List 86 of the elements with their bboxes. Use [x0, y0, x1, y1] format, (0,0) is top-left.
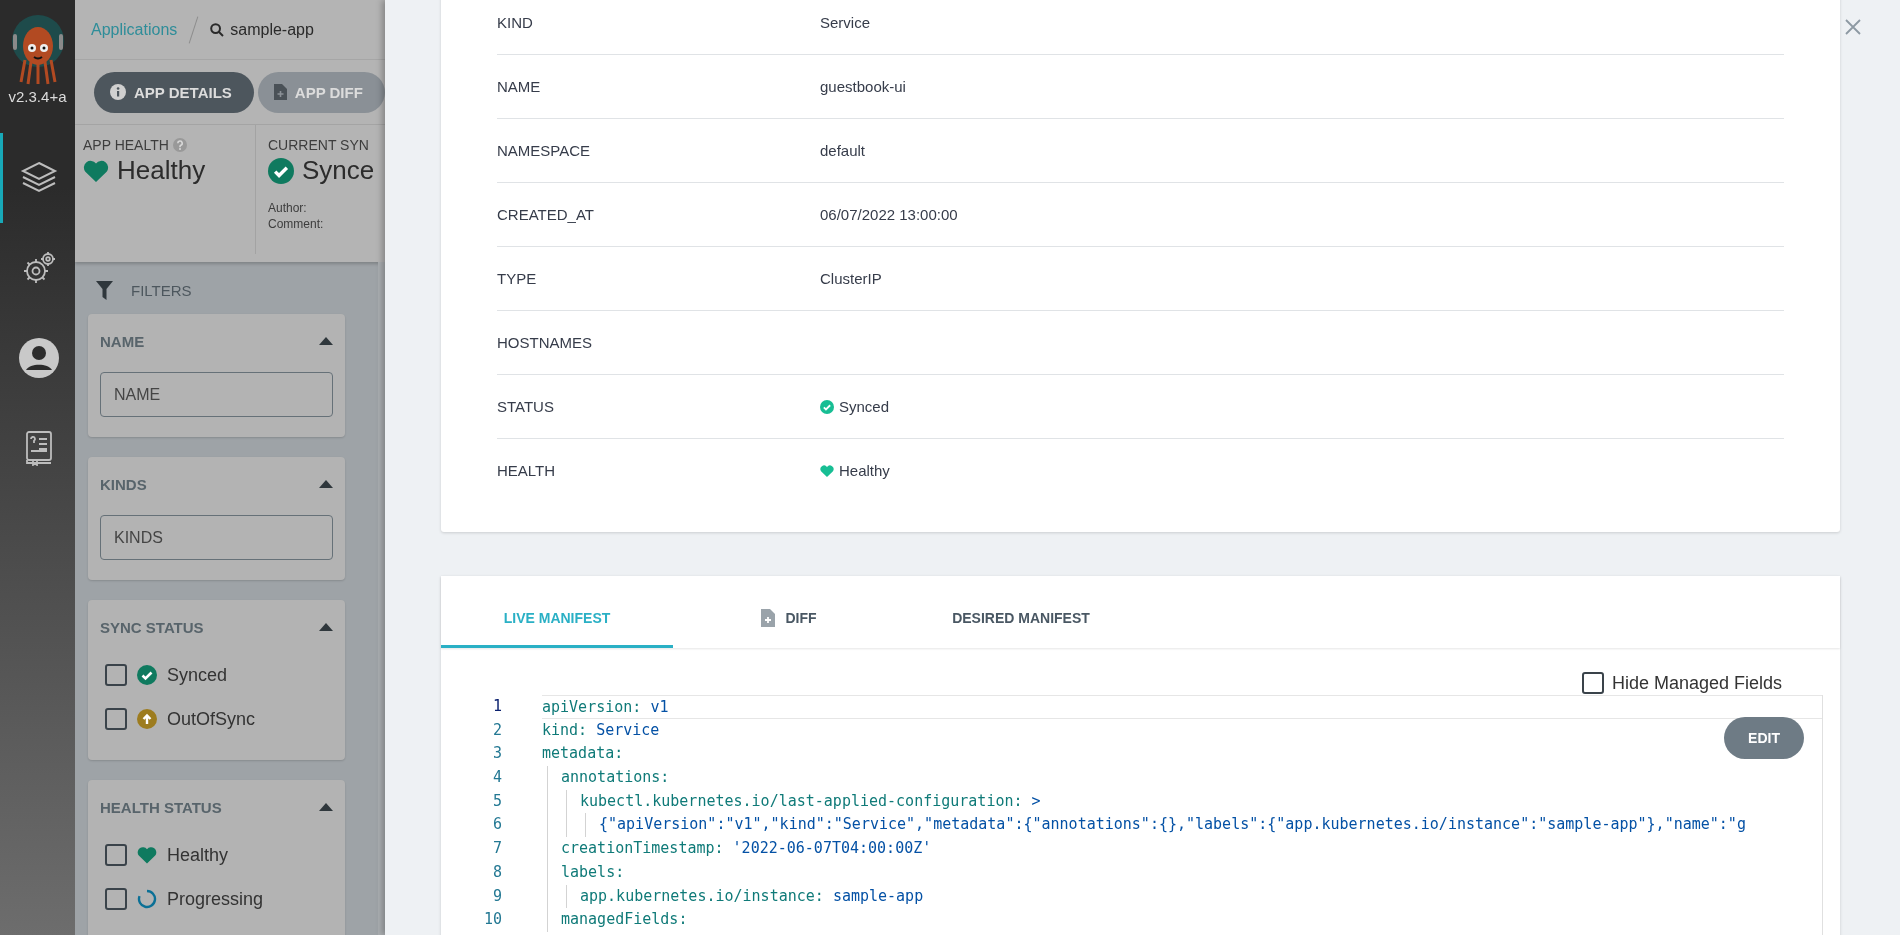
filter-title: HEALTH STATUS: [100, 798, 222, 816]
line-number: 4: [491, 767, 502, 789]
checkbox[interactable]: [105, 708, 127, 730]
file-plus-icon: [273, 84, 287, 100]
help-book-icon[interactable]: [25, 430, 53, 466]
filter-option-label: Healthy: [167, 844, 229, 866]
property-value: default: [820, 142, 866, 159]
arrow-up-circle-icon: [137, 709, 157, 729]
line-number: 8: [491, 861, 502, 883]
line-number: 10: [482, 909, 502, 931]
property-label: NAMESPACE: [497, 142, 592, 159]
checkbox[interactable]: [105, 888, 127, 910]
info-icon: [110, 84, 126, 100]
collapse-caret-icon[interactable]: [319, 623, 333, 631]
code-line: apiVersion: v1: [542, 697, 669, 718]
line-number: 7: [491, 838, 502, 860]
sync-status: Synce: [302, 155, 375, 186]
filter-option-label: Synced: [167, 664, 228, 686]
line-number: 5: [491, 790, 502, 812]
sync-label: CURRENT SYN: [268, 137, 369, 153]
tab-button[interactable]: APP DETAILS: [94, 71, 254, 113]
version-label: v2.3.4+a: [8, 88, 67, 105]
code-line: managedFields:: [561, 909, 688, 931]
code-line: labels:: [561, 861, 625, 883]
progress-ring-icon: [137, 889, 157, 909]
filter-title: SYNC STATUS: [100, 618, 204, 636]
tab-button[interactable]: APP DIFF: [257, 71, 385, 113]
filter-option-label: OutOfSync: [167, 708, 256, 730]
filter-input[interactable]: KINDS: [100, 515, 333, 560]
close-icon[interactable]: [1844, 18, 1862, 36]
health-status: Healthy: [117, 155, 206, 186]
code-line: kind: Service: [542, 719, 660, 741]
check-circle-icon: [820, 399, 834, 414]
filter-title: NAME: [100, 332, 145, 350]
filter-title: KINDS: [100, 475, 147, 493]
collapse-caret-icon[interactable]: [319, 480, 333, 488]
property-value: Synced: [839, 398, 890, 415]
help-icon: [172, 138, 187, 152]
property-value: Service: [820, 13, 871, 31]
heart-icon: [820, 463, 834, 478]
filters-title: FILTERS: [131, 281, 192, 299]
health-label: APP HEALTH: [83, 137, 169, 153]
property-value: guestbook-ui: [820, 78, 906, 95]
filter-option-label: Progressing: [167, 888, 264, 910]
property-label: HOSTNAMES: [497, 334, 593, 351]
code-line: app.kubernetes.io/instance: sample-app: [580, 885, 924, 907]
author-label: Author:: [268, 200, 308, 216]
code-line: creationTimestamp: '2022-06-07T04:00:00Z': [561, 838, 932, 860]
property-label: KIND: [497, 13, 534, 31]
check-circle-icon: [268, 157, 294, 184]
comment-label: Comment:: [268, 216, 325, 232]
code-line: metadata:: [542, 743, 624, 765]
check-circle-icon: [137, 665, 157, 685]
heart-icon: [137, 845, 157, 865]
property-value: ClusterIP: [820, 270, 882, 287]
collapse-caret-icon[interactable]: [319, 803, 333, 811]
checkbox-label: Hide Managed Fields: [1611, 672, 1782, 694]
property-value: Healthy: [839, 462, 890, 479]
user-avatar-icon[interactable]: [18, 337, 60, 379]
code-line: kubectl.kubernetes.io/last-applied-configuration: >: [580, 790, 1041, 812]
line-number: 3: [491, 743, 502, 765]
property-label: CREATED_AT: [497, 206, 595, 223]
property-value: 06/07/2022 13:00:00: [820, 206, 958, 223]
search-icon: [210, 22, 225, 37]
checkbox[interactable]: [105, 844, 127, 866]
manifest-tab[interactable]: DIFF: [673, 576, 905, 648]
property-label: STATUS: [497, 398, 555, 415]
edit-button[interactable]: EDIT: [1724, 717, 1804, 759]
property-label: HEALTH: [497, 462, 557, 479]
checkbox[interactable]: [1581, 672, 1604, 694]
property-label: NAME: [497, 78, 542, 95]
line-number: 2: [491, 719, 502, 741]
manifest-tab[interactable]: LIVE MANIFEST: [441, 576, 673, 648]
code-line: {"apiVersion":"v1","kind":"Service","metadata":{"annotations":{},"labels":{"app.kubernetes.io/instance":"sample-app"},"name":"g: [599, 814, 1746, 836]
line-number: 9: [491, 885, 502, 907]
checkbox[interactable]: [105, 664, 127, 686]
filter-input[interactable]: NAME: [100, 372, 333, 417]
code-line: annotations:: [561, 767, 670, 789]
manifest-tab[interactable]: DESIRED MANIFEST: [905, 576, 1137, 648]
collapse-caret-icon[interactable]: [319, 337, 333, 345]
line-number: 6: [491, 814, 502, 836]
file-plus-icon: [761, 609, 776, 627]
filter-icon: [96, 280, 113, 300]
line-number: 1: [491, 696, 502, 717]
breadcrumb-current: sample-app: [230, 20, 314, 39]
property-label: TYPE: [497, 270, 538, 287]
